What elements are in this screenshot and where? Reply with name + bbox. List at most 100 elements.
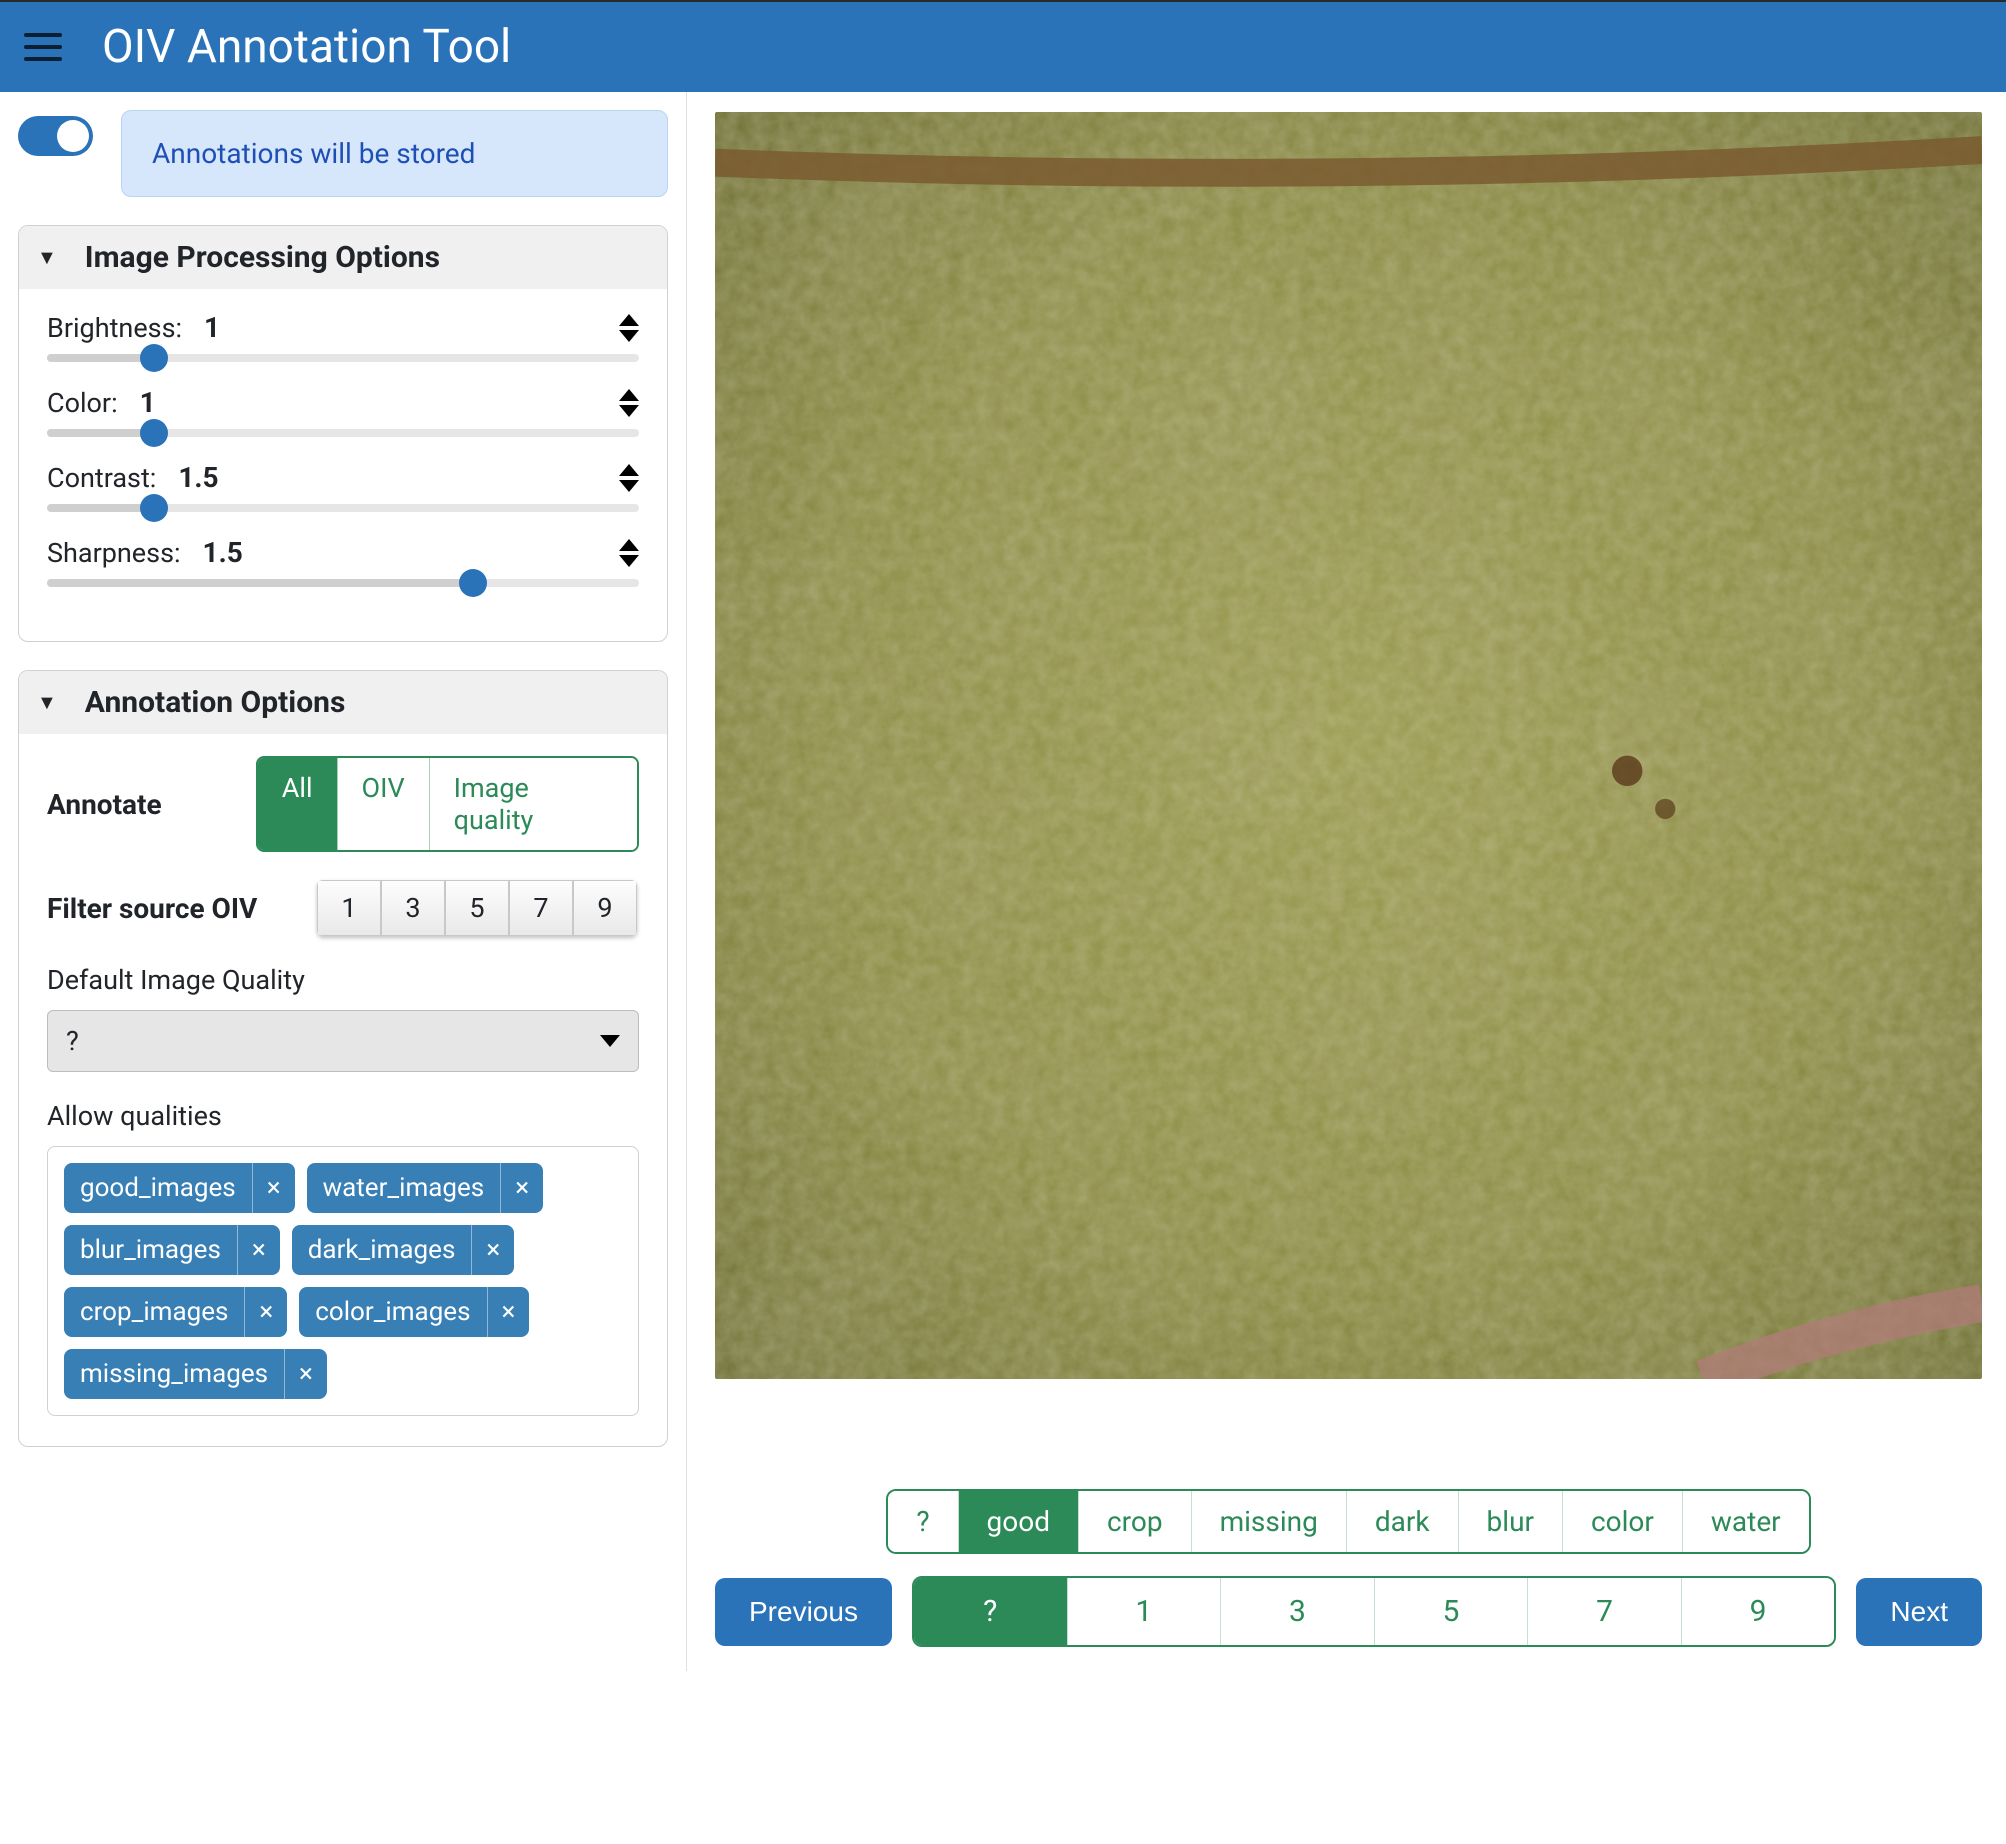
image-processing-panel: ▼ Image Processing Options Brightness:1C… [18,225,668,642]
caret-down-icon[interactable] [619,555,639,567]
contrast-slider: Contrast:1.5 [47,461,639,512]
quality-crop[interactable]: crop [1079,1491,1192,1552]
allow-qualities-label: Allow qualities [47,1100,639,1132]
topbar: OIV Annotation Tool [0,0,2006,92]
close-icon[interactable]: × [237,1225,280,1275]
contrast-stepper[interactable] [619,464,639,492]
sharpness-thumb[interactable] [459,569,487,597]
contrast-track[interactable] [47,504,639,512]
caret-up-icon[interactable] [619,389,639,401]
next-button[interactable]: Next [1856,1578,1982,1646]
sidebar: Annotations will be stored ▼ Image Proce… [0,92,686,1671]
filter-oiv-9[interactable]: 9 [573,880,637,936]
panel-title: Annotation Options [85,685,346,720]
tag-label: color_images [299,1287,486,1337]
default-quality-select[interactable]: ? [47,1010,639,1072]
store-toggle[interactable] [18,116,93,156]
contrast-label: Contrast: [47,462,156,494]
caret-down-icon[interactable] [619,480,639,492]
default-quality-label: Default Image Quality [47,964,639,996]
tag-label: water_images [307,1163,501,1213]
annotate-option-all[interactable]: All [258,758,338,850]
close-icon[interactable]: × [471,1225,514,1275]
previous-button[interactable]: Previous [715,1578,892,1646]
annotate-option-oiv[interactable]: OIV [338,758,430,850]
color-track[interactable] [47,429,639,437]
oiv-button-group: ?13579 [912,1576,1836,1647]
brightness-value: 1 [204,311,220,344]
caret-up-icon[interactable] [619,464,639,476]
filter-oiv-7[interactable]: 7 [509,880,573,936]
quality-blur[interactable]: blur [1459,1491,1563,1552]
menu-icon[interactable] [24,33,62,61]
oiv-7[interactable]: 7 [1528,1578,1682,1645]
allow-qualities-box[interactable]: good_images×water_images×blur_images×dar… [47,1146,639,1416]
quality-tag-missing_images: missing_images× [64,1349,327,1399]
panel-title: Image Processing Options [85,240,440,275]
brightness-track[interactable] [47,354,639,362]
oiv-3[interactable]: 3 [1221,1578,1375,1645]
sharpness-stepper[interactable] [619,539,639,567]
close-icon[interactable]: × [252,1163,295,1213]
tag-label: good_images [64,1163,252,1213]
tag-label: dark_images [292,1225,472,1275]
brightness-label: Brightness: [47,312,182,344]
caret-up-icon[interactable] [619,539,639,551]
leaf-image [715,112,1982,1379]
quality-water[interactable]: water [1683,1491,1809,1552]
color-stepper[interactable] [619,389,639,417]
sharpness-slider: Sharpness: 1.5 [47,536,639,587]
filter-oiv-label: Filter source OIV [47,892,317,925]
brightness-thumb[interactable] [140,344,168,372]
annotate-segmented: AllOIVImage quality [256,756,639,852]
annotate-option-image-quality[interactable]: Image quality [430,758,637,850]
quality-unknown[interactable]: ? [888,1491,958,1552]
brightness-stepper[interactable] [619,314,639,342]
caret-down-icon[interactable] [619,330,639,342]
close-icon[interactable]: × [244,1287,287,1337]
caret-down-icon[interactable] [619,405,639,417]
quality-color[interactable]: color [1563,1491,1683,1552]
filter-oiv-1[interactable]: 1 [317,880,381,936]
quality-tag-dark_images: dark_images× [292,1225,515,1275]
store-notice: Annotations will be stored [121,110,668,197]
filter-oiv-group: 13579 [317,880,637,936]
brightness-slider: Brightness: 1 [47,311,639,362]
tag-label: missing_images [64,1349,284,1399]
quality-good[interactable]: good [959,1491,1079,1552]
contrast-thumb[interactable] [140,494,168,522]
annotation-options-panel: ▼ Annotation Options Annotate AllOIVImag… [18,670,668,1447]
sharpness-label: Sharpness: [47,537,181,569]
chevron-down-icon [600,1035,620,1047]
oiv-5[interactable]: 5 [1375,1578,1529,1645]
close-icon[interactable]: × [500,1163,543,1213]
main: ?goodcropmissingdarkblurcolorwater Previ… [686,92,2006,1671]
oiv-1[interactable]: 1 [1068,1578,1222,1645]
color-label: Color: [47,387,118,419]
filter-oiv-3[interactable]: 3 [381,880,445,936]
tag-label: crop_images [64,1287,244,1337]
quality-dark[interactable]: dark [1347,1491,1459,1552]
close-icon[interactable]: × [487,1287,530,1337]
oiv-unknown[interactable]: ? [914,1578,1068,1645]
chevron-down-icon[interactable]: ▼ [37,690,57,715]
color-value: 1 [140,386,156,419]
oiv-9[interactable]: 9 [1682,1578,1835,1645]
chevron-down-icon[interactable]: ▼ [37,245,57,270]
color-slider: Color: 1 [47,386,639,437]
quality-missing[interactable]: missing [1192,1491,1347,1552]
annotate-label: Annotate [47,788,256,821]
quality-tag-good_images: good_images× [64,1163,295,1213]
quality-tag-blur_images: blur_images× [64,1225,280,1275]
color-thumb[interactable] [140,419,168,447]
sharpness-track[interactable] [47,579,639,587]
caret-up-icon[interactable] [619,314,639,326]
default-quality-value: ? [66,1025,79,1057]
quality-tag-color_images: color_images× [299,1287,529,1337]
close-icon[interactable]: × [284,1349,327,1399]
quality-button-group: ?goodcropmissingdarkblurcolorwater [886,1489,1810,1554]
filter-oiv-5[interactable]: 5 [445,880,509,936]
app-title: OIV Annotation Tool [102,20,511,74]
tag-label: blur_images [64,1225,237,1275]
sharpness-value: 1.5 [203,536,243,569]
